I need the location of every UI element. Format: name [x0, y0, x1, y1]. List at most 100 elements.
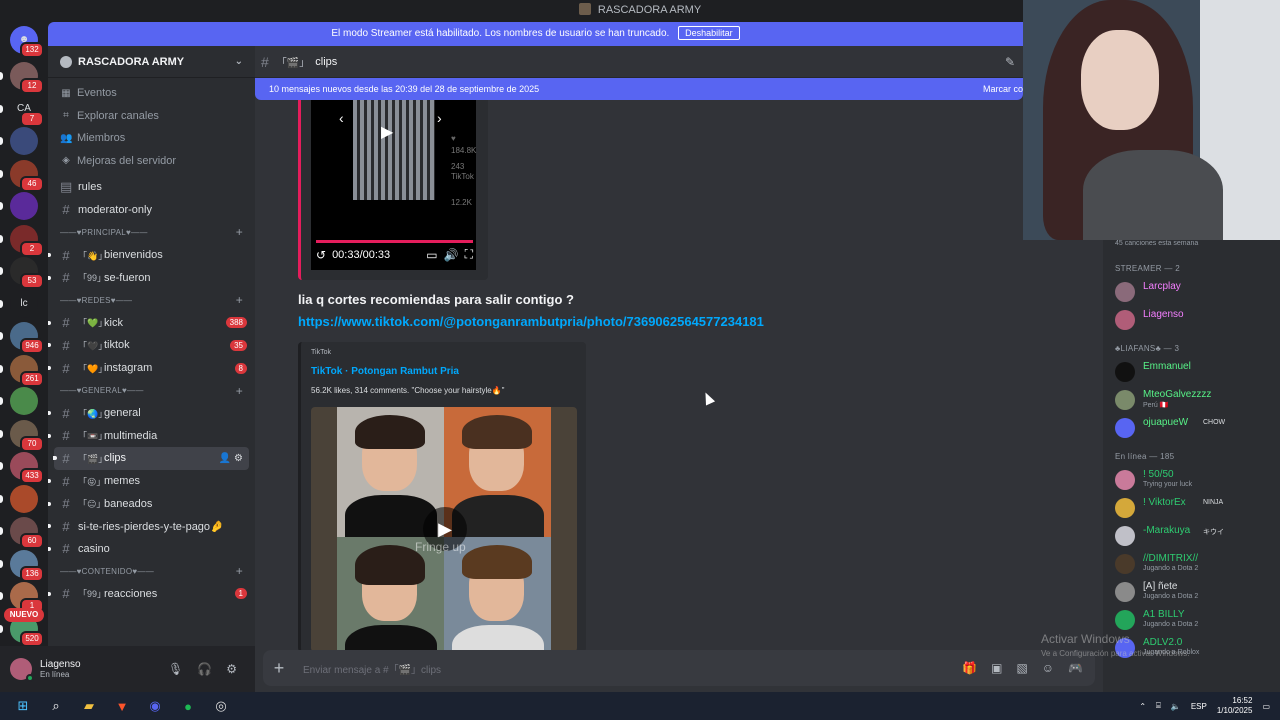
server-icon[interactable]: CA 7 — [10, 94, 44, 127]
channel-tiktok[interactable]: # 「🖤」 tiktok 35 — [48, 334, 255, 357]
play-icon[interactable]: ▶ — [381, 122, 393, 142]
channel-rules[interactable]: ▤ rules — [48, 176, 255, 199]
channel-kick[interactable]: # 「💚」 kick 388 — [48, 312, 255, 335]
notifications-icon[interactable]: ▭ — [1262, 702, 1270, 711]
category-header[interactable]: ——♥GENERAL♥—— + — [48, 379, 255, 402]
server-icon[interactable] — [10, 127, 38, 155]
new-messages-bar[interactable]: 10 mensajes nuevos desde las 20:39 del 2… — [255, 78, 1023, 100]
chevron-down-icon[interactable]: ⌄ — [235, 56, 243, 67]
message-input[interactable]: Enviar mensaje a #「🎬」clips — [303, 661, 441, 676]
server-icon[interactable]: 46 — [10, 159, 44, 192]
server-icon[interactable] — [10, 484, 38, 513]
replay-icon[interactable]: ↺ — [316, 248, 326, 262]
member-item[interactable]: ojuapueW CHOW — [1113, 414, 1278, 440]
nav-eventos[interactable]: ▦ Eventos — [48, 82, 255, 105]
headphones-icon[interactable]: 🎧 — [197, 662, 212, 676]
add-channel-icon[interactable]: + — [236, 293, 243, 307]
channel-instagram[interactable]: # 「🧡」 instagram 8 — [48, 357, 255, 380]
server-icon[interactable]: 70 — [10, 419, 44, 452]
channel-memes[interactable]: # 「😝」 memes — [48, 470, 255, 493]
server-icon[interactable]: 53 — [10, 257, 44, 289]
obs-icon[interactable]: ◎ — [211, 697, 231, 715]
server-icon[interactable] — [10, 387, 38, 415]
channel-baneados[interactable]: # 「😑」 baneados — [48, 492, 255, 515]
member-item[interactable]: Larcplay — [1113, 278, 1278, 304]
member-item[interactable]: //DIMITRIX//Jugando a Dota 2 — [1113, 550, 1278, 576]
threads-icon[interactable]: ✎ — [1005, 55, 1015, 69]
language-indicator[interactable]: ESP — [1191, 702, 1207, 711]
channel-moderator-only[interactable]: # moderator-only — [48, 199, 255, 222]
brave-browser-icon[interactable]: ▼ — [112, 697, 132, 715]
server-icon[interactable]: 136 — [10, 549, 44, 582]
add-channel-icon[interactable]: + — [236, 225, 243, 239]
category-header[interactable]: ——♥CONTENIDO♥—— + — [48, 560, 255, 583]
server-icon[interactable]: lc — [10, 289, 38, 318]
apps-icon[interactable]: 🎮 — [1068, 661, 1083, 675]
server-icon[interactable]: 2 — [10, 224, 44, 257]
settings-gear-icon[interactable]: ⚙ — [234, 453, 243, 464]
embed-title[interactable]: TikTok · Potongan Rambut Pria — [311, 366, 459, 377]
nav-mejoras-del-servidor[interactable]: ◈ Mejoras del servidor — [48, 150, 255, 173]
channel-multimedia[interactable]: # 「📼」 multimedia — [48, 425, 255, 448]
video-progress-bar[interactable] — [316, 240, 473, 243]
server-icon[interactable]: 1 — [10, 582, 44, 614]
add-channel-icon[interactable]: + — [236, 564, 243, 578]
file-explorer-icon[interactable]: ▰ — [79, 697, 99, 715]
channel-reacciones[interactable]: # 「99」 reacciones 1 — [48, 583, 255, 606]
previous-icon[interactable]: ‹ — [339, 110, 344, 126]
video-player[interactable]: ‹ ▶ › ♥ 184.8K 243 TikTok 12.2K ↺ 00:33/… — [311, 100, 476, 270]
server-icon[interactable]: 12 — [10, 62, 44, 94]
mark-as-read-button[interactable]: Marcar co — [983, 78, 1023, 100]
network-icon[interactable]: ⌸ — [1156, 701, 1161, 711]
add-channel-icon[interactable]: + — [236, 384, 243, 398]
microphone-icon[interactable]: 🎙 — [168, 662, 183, 676]
volume-icon[interactable]: 🔈 — [1171, 702, 1181, 711]
channel-bienvenidos[interactable]: # 「👋」 bienvenidos — [48, 244, 255, 267]
embed-image[interactable]: ▶ Fringe up — [311, 407, 577, 652]
member-item[interactable]: MteoGalvezzzz Perú 🇵🇪 — [1113, 386, 1278, 412]
member-item[interactable]: Liagenso — [1113, 306, 1278, 332]
add-attachment-icon[interactable]: + — [269, 658, 289, 678]
message-link[interactable]: https://www.tiktok.com/@potonganrambutpr… — [298, 314, 764, 329]
disable-streamer-mode-button[interactable]: Deshabilitar — [678, 26, 740, 40]
search-icon[interactable]: ⌕ — [46, 697, 66, 715]
member-item[interactable]: A1 BILLY Jugando a Dota 2 — [1113, 606, 1278, 632]
captions-icon[interactable]: ▭ — [426, 248, 437, 262]
channel-clips[interactable]: # 「🎬」 clips 👤 ⚙ — [53, 447, 249, 470]
server-icon[interactable]: 433 — [10, 452, 44, 484]
channel-casino[interactable]: # casino — [48, 538, 255, 561]
spotify-icon[interactable]: ● — [178, 697, 198, 715]
avatar[interactable] — [10, 658, 34, 682]
member-item[interactable]: ! ViktorEx NINJA — [1113, 494, 1278, 520]
server-icon[interactable]: 946 — [10, 322, 44, 354]
category-header[interactable]: ——♥REDES♥—— + — [48, 289, 255, 312]
direct-messages-button[interactable]: ☻ 132 — [10, 26, 44, 58]
member-item[interactable]: -Marakuya キウイ — [1113, 522, 1278, 548]
member-item[interactable]: Emmanuel — [1113, 358, 1278, 384]
category-header[interactable]: ——♥PRINCIPAL♥—— + — [48, 221, 255, 244]
channel-si-te-ries-pierdes-y-te-pago[interactable]: # si-te-ries-pierdes-y-te-pago🤌 — [48, 515, 255, 538]
next-icon[interactable]: › — [437, 110, 442, 126]
emoji-icon[interactable]: ☺ — [1042, 661, 1054, 675]
windows-start-icon[interactable]: ⊞ — [13, 697, 33, 715]
server-header[interactable]: RASCADORA ARMY ⌄ — [48, 46, 255, 78]
invite-icon[interactable]: 👤 — [219, 453, 234, 464]
sticker-icon[interactable]: ▧ — [1016, 661, 1027, 675]
clock[interactable]: 16:52 1/10/2025 — [1217, 696, 1253, 716]
server-icon[interactable]: 60 — [10, 517, 44, 549]
member-item[interactable]: [A] ñete Jugando a Dota 2 — [1113, 578, 1278, 604]
channel-general[interactable]: # 「🌏」 general — [48, 402, 255, 425]
fullscreen-icon[interactable]: ⛶ — [465, 247, 473, 262]
volume-icon[interactable]: 🔊 — [444, 248, 459, 262]
server-icon[interactable] — [10, 192, 38, 220]
server-icon[interactable]: 261 — [10, 354, 44, 387]
channel-se-fueron[interactable]: # 「99」 se-fueron — [48, 266, 255, 289]
discord-icon[interactable]: ◉ — [145, 697, 165, 715]
gif-icon[interactable]: ▣ — [991, 661, 1002, 675]
settings-gear-icon[interactable]: ⚙ — [226, 662, 237, 676]
message-composer[interactable]: + Enviar mensaje a #「🎬」clips 🎁 ▣ ▧ ☺ 🎮 — [263, 650, 1095, 686]
member-item[interactable]: ! 50/50 Trying your luck — [1113, 466, 1278, 492]
chevron-up-icon[interactable]: ⌃ — [1139, 702, 1146, 711]
nav-explorar-canales[interactable]: ⌗ Explorar canales — [48, 105, 255, 128]
nav-miembros[interactable]: 👥 Miembros — [48, 127, 255, 150]
